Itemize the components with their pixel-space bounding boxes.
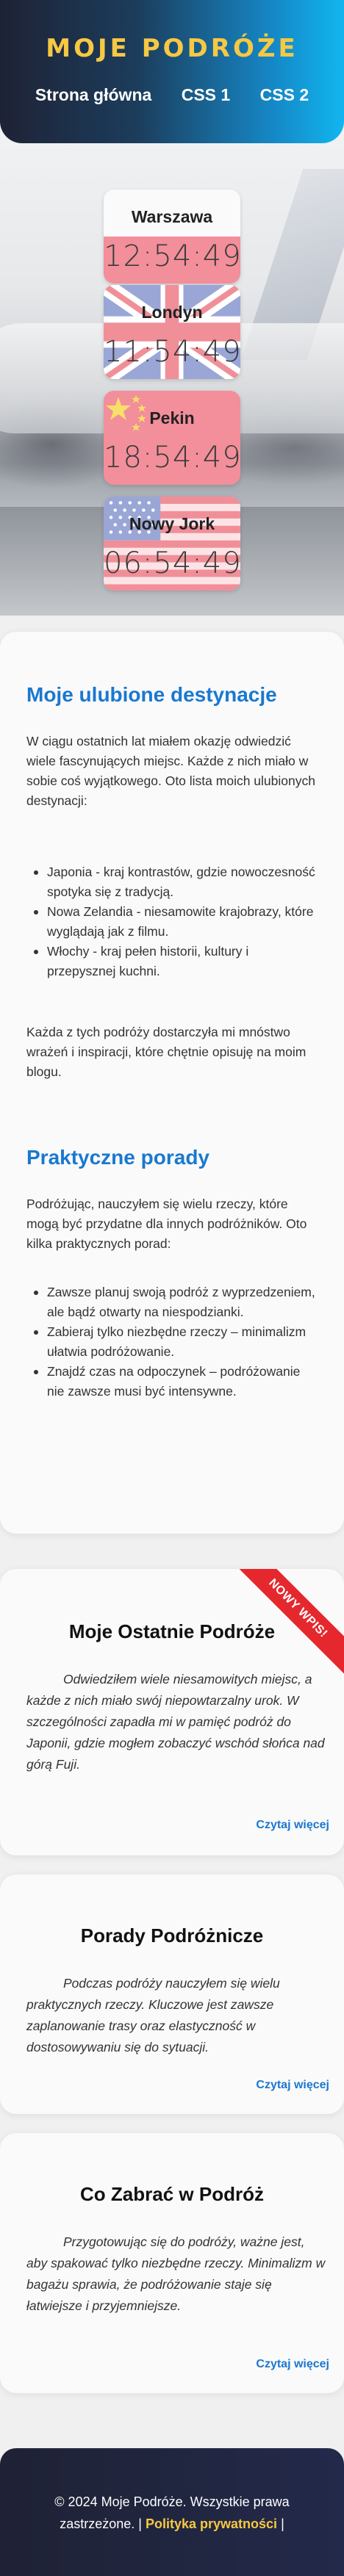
site-title: MOJE PODRÓŻE bbox=[46, 34, 298, 63]
list-item: Znajdź czas na odpoczynek – podróżowanie… bbox=[26, 1362, 320, 1401]
destinations-list: Japonia - kraj kontrastów, gdzie nowocze… bbox=[26, 862, 320, 981]
clock-beijing: Pekin 18:54:49 bbox=[104, 391, 240, 485]
privacy-policy-link[interactable]: Polityka prywatności bbox=[146, 2517, 277, 2531]
clock-time: 18:54:49 bbox=[104, 441, 240, 475]
clock-city: Warszawa bbox=[131, 207, 213, 226]
main-nav: Strona główna CSS 1 CSS 2 bbox=[0, 85, 344, 105]
section-title-destinations: Moje ulubione destynacje bbox=[26, 683, 277, 706]
list-item: Włochy - kraj pełen historii, kultury i … bbox=[26, 942, 320, 981]
post-title: Moje Ostatnie Podróże bbox=[68, 1620, 276, 1642]
post-body: Odwiedziłem wiele niesamowitych miejsc, … bbox=[26, 1672, 325, 1772]
post-card-packing: Co Zabrać w Podróż Przygotowując się do … bbox=[0, 2133, 344, 2393]
post-title: Porady Podróżnicze bbox=[80, 1924, 264, 1947]
destinations-summary: Każda z tych podróży dostarczyła mi mnós… bbox=[26, 1025, 307, 1079]
read-more-link[interactable]: Czytaj więcej bbox=[256, 1819, 329, 1832]
nav-link-home[interactable]: Strona główna bbox=[35, 85, 151, 104]
tips-paragraph: Podróżując, nauczyłem się wielu rzeczy, … bbox=[26, 1197, 307, 1251]
clock-time: 06:54:49 bbox=[104, 546, 240, 580]
clock-new-york: Nowy Jork 06:54:49 bbox=[104, 497, 240, 591]
post-title: Co Zabrać w Podróż bbox=[80, 2183, 264, 2205]
nav-link-css1[interactable]: CSS 1 bbox=[182, 85, 230, 104]
post-card-travel-tips: Porady Podróżnicze Podczas podróży naucz… bbox=[0, 1875, 344, 2114]
list-item: Nowa Zelandia - niesamowite krajobrazy, … bbox=[26, 902, 320, 942]
footer-text: © 2024 Moje Podróże. Wszystkie prawa zas… bbox=[22, 2491, 322, 2535]
tips-list: Zawsze planuj swoją podróż z wyprzedzeni… bbox=[26, 1282, 320, 1401]
footer-separator: | bbox=[281, 2517, 284, 2531]
section-title-tips: Praktyczne porady bbox=[26, 1146, 209, 1169]
list-item: Zabieraj tylko niezbędne rzeczy – minima… bbox=[26, 1322, 320, 1362]
clock-city: Nowy Jork bbox=[129, 514, 215, 533]
clock-city: Pekin bbox=[149, 408, 195, 427]
read-more-link[interactable]: Czytaj więcej bbox=[256, 2358, 329, 2371]
clock-london: Londyn 11:54:49 bbox=[104, 285, 240, 379]
clock-warsaw: Warszawa 12:54:49 bbox=[104, 190, 240, 284]
list-item: Japonia - kraj kontrastów, gdzie nowocze… bbox=[26, 862, 320, 902]
clock-time: 12:54:49 bbox=[104, 239, 240, 273]
clock-city: Londyn bbox=[141, 303, 203, 322]
post-body: Przygotowując się do podróży, ważne jest… bbox=[26, 2234, 326, 2313]
read-more-link[interactable]: Czytaj więcej bbox=[256, 2079, 329, 2092]
intro-card: Moje ulubione destynacje W ciągu ostatni… bbox=[0, 632, 344, 1534]
list-item: Zawsze planuj swoją podróż z wyprzedzeni… bbox=[26, 1282, 320, 1322]
post-body: Podczas podróży nauczyłem się wielu prak… bbox=[26, 1976, 280, 2054]
clock-time: 11:54:49 bbox=[104, 335, 240, 369]
destinations-paragraph: W ciągu ostatnich lat miałem okazję odwi… bbox=[26, 734, 315, 808]
site-header: MOJE PODRÓŻE Strona główna CSS 1 CSS 2 bbox=[0, 0, 344, 143]
nav-link-css2[interactable]: CSS 2 bbox=[260, 85, 309, 104]
site-footer: © 2024 Moje Podróże. Wszystkie prawa zas… bbox=[0, 2448, 344, 2576]
post-card-recent-travels: NOWY WPIS! Moje Ostatnie Podróże Odwiedz… bbox=[0, 1569, 344, 1855]
